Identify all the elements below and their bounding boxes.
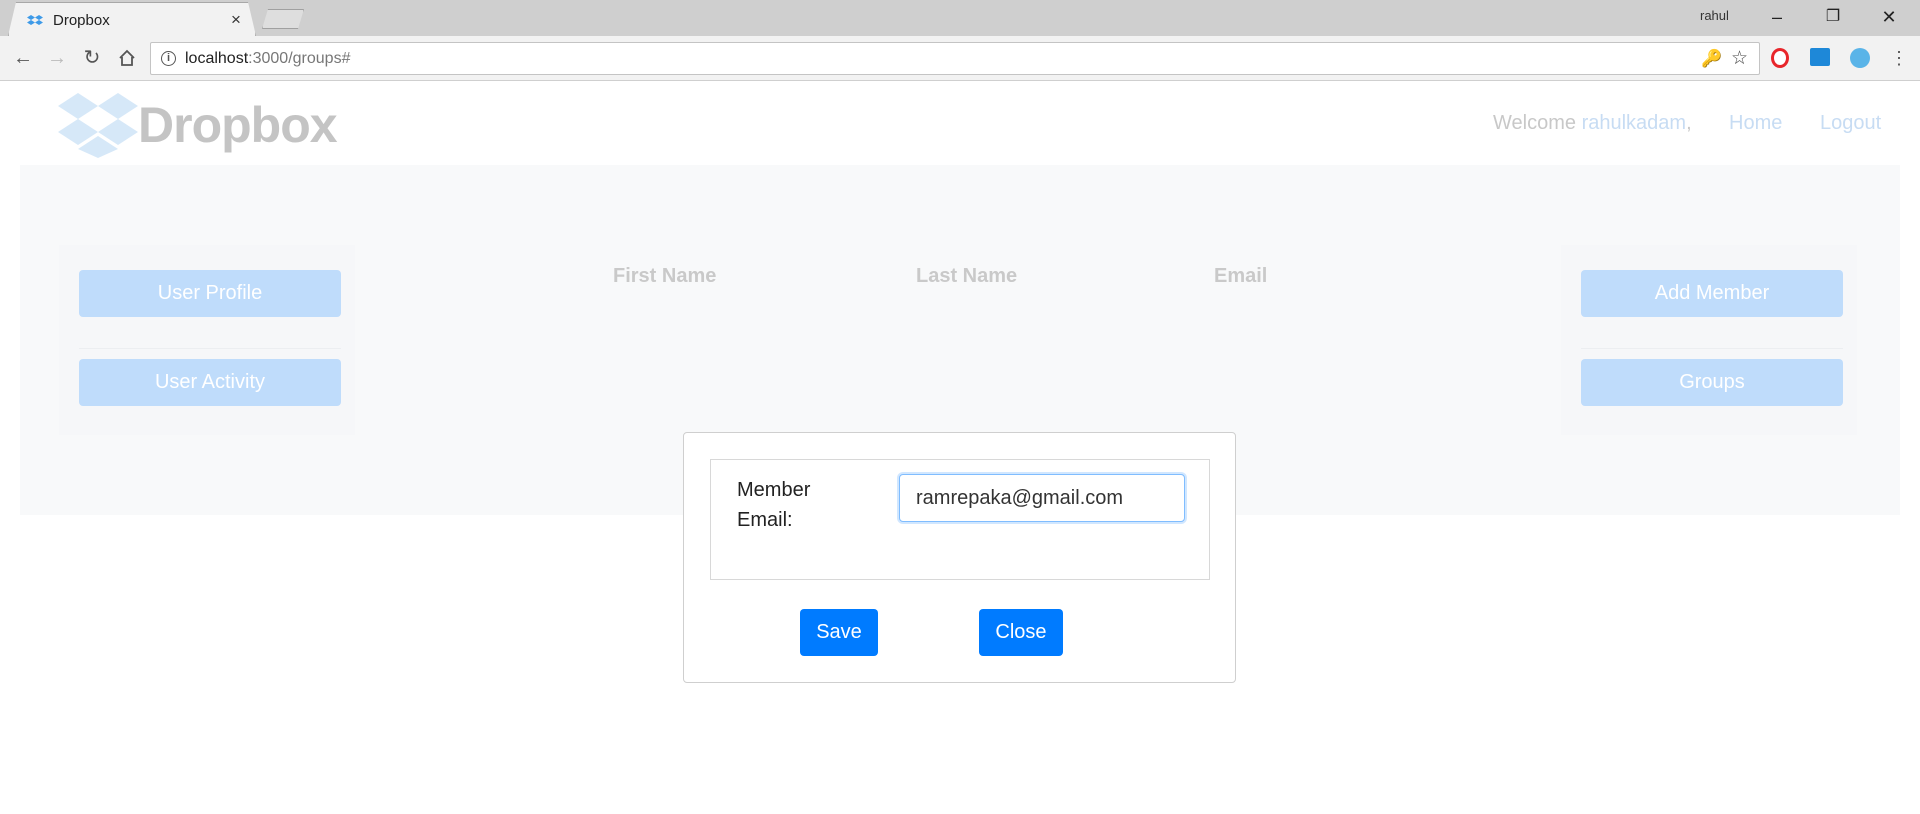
logout-link[interactable]: Logout (1820, 112, 1881, 135)
address-bar[interactable]: i localhost:3000/groups# 🔑 ☆ (150, 42, 1760, 75)
dropbox-logo-icon (58, 93, 138, 158)
browser-tab-bar: Dropbox × rahul – ❐ ✕ (0, 0, 1920, 36)
member-email-input[interactable] (899, 474, 1185, 522)
column-header-first-name: First Name (613, 265, 717, 287)
divider (1581, 348, 1843, 349)
key-icon[interactable]: 🔑 (1701, 49, 1722, 69)
logo-text: Dropbox (138, 97, 338, 153)
modal-form: Member Email: (710, 459, 1210, 580)
profile-name[interactable]: rahul (1700, 8, 1729, 23)
browser-tab[interactable]: Dropbox × (8, 2, 256, 36)
window-close-icon[interactable]: ✕ (1866, 2, 1912, 32)
bookmark-star-icon[interactable]: ☆ (1731, 47, 1748, 70)
reload-icon[interactable]: ↻ (79, 45, 105, 71)
tab-title: Dropbox (53, 12, 110, 29)
close-button[interactable]: Close (979, 609, 1063, 656)
user-profile-button[interactable]: User Profile (79, 270, 341, 317)
home-icon[interactable] (114, 45, 140, 71)
add-member-modal: Member Email: Save Close (683, 432, 1236, 683)
divider (79, 348, 341, 349)
restore-icon[interactable]: ❐ (1810, 2, 1856, 32)
extension-icon[interactable] (1850, 48, 1870, 68)
member-email-label: Member Email: (737, 479, 811, 531)
opera-extension-icon[interactable] (1771, 48, 1789, 68)
site-info-icon[interactable]: i (161, 51, 176, 66)
back-icon[interactable]: ← (10, 45, 36, 71)
left-menu: User Profile User Activity (59, 245, 355, 435)
new-tab-button[interactable] (262, 9, 304, 29)
forward-icon[interactable]: → (44, 45, 70, 71)
column-header-last-name: Last Name (916, 265, 1018, 287)
groups-button[interactable]: Groups (1581, 359, 1843, 406)
tab-close-icon[interactable]: × (231, 10, 241, 30)
username: rahulkadam (1581, 112, 1687, 134)
browser-toolbar: ← → ↻ i localhost:3000/groups# 🔑 ☆ ⋮ (0, 36, 1920, 81)
welcome-text: Welcome rahulkadam, (1493, 112, 1692, 134)
extension-icon[interactable] (1810, 48, 1830, 66)
minimize-icon[interactable]: – (1754, 2, 1800, 32)
save-button[interactable]: Save (800, 609, 878, 656)
dropbox-favicon-icon (27, 15, 43, 25)
add-member-button[interactable]: Add Member (1581, 270, 1843, 317)
user-activity-button[interactable]: User Activity (79, 359, 341, 406)
menu-icon[interactable]: ⋮ (1886, 45, 1912, 71)
url-text: localhost:3000/groups# (185, 50, 351, 67)
home-link[interactable]: Home (1729, 112, 1782, 135)
right-menu: Add Member Groups (1561, 245, 1857, 435)
column-header-email: Email (1214, 265, 1268, 287)
